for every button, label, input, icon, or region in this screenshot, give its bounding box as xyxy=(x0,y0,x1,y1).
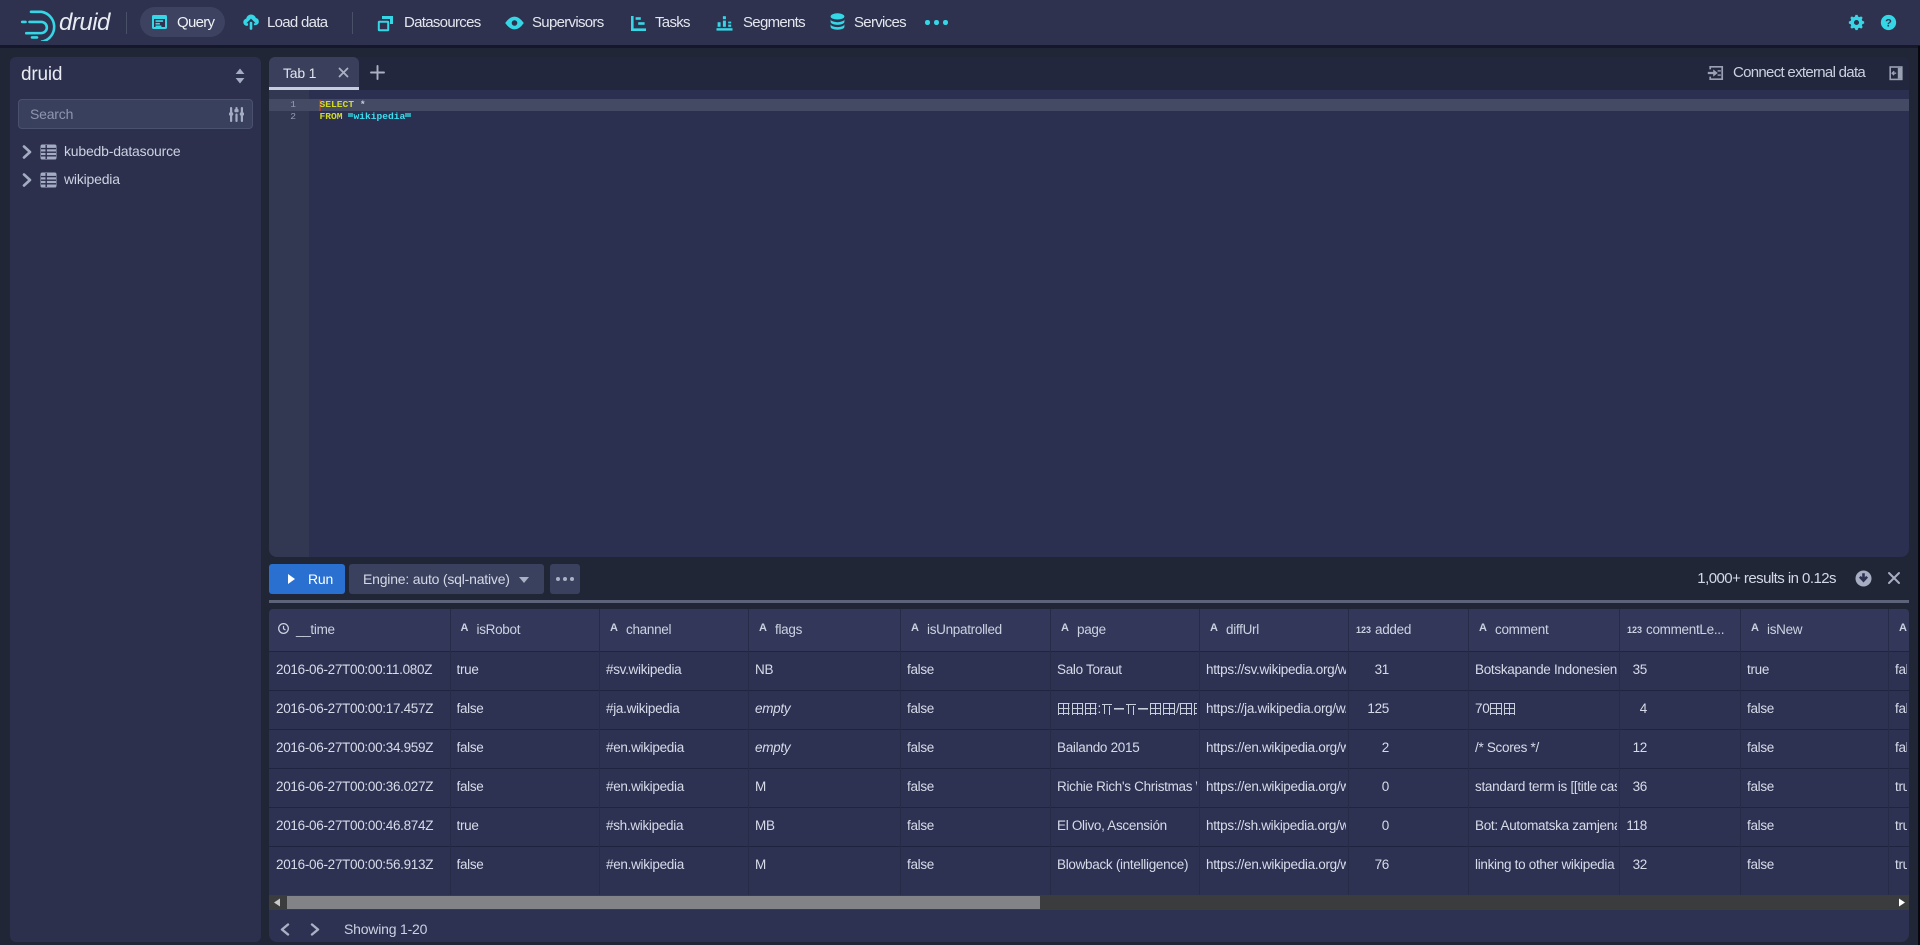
svg-text:?: ? xyxy=(1885,17,1892,29)
